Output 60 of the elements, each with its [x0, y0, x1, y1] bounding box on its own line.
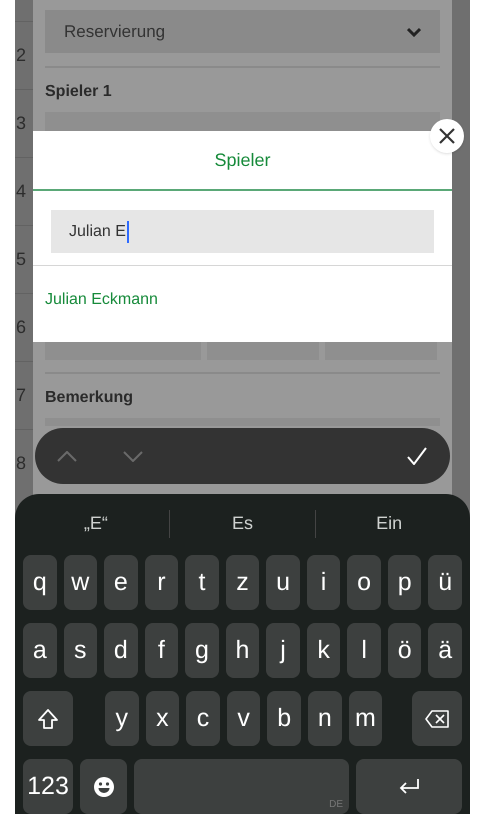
letter-key[interactable]: f	[144, 623, 178, 678]
result-item[interactable]: Julian Eckmann	[45, 288, 158, 312]
letter-key[interactable]: ä	[428, 623, 462, 678]
letter-key[interactable]: q	[23, 555, 57, 610]
search-field[interactable]: Julian E	[51, 210, 434, 253]
backspace-icon	[425, 710, 449, 728]
letter-key[interactable]: r	[144, 555, 178, 610]
letter-key[interactable]: s	[64, 623, 98, 678]
row-number: 3	[15, 112, 26, 135]
letter-key[interactable]: j	[266, 623, 300, 678]
letter-key[interactable]: i	[306, 555, 340, 610]
row-number: 4	[15, 180, 26, 203]
letter-key[interactable]: e	[104, 555, 138, 610]
letter-key[interactable]: p	[388, 555, 422, 610]
chevron-down-icon	[407, 26, 421, 36]
letter-key[interactable]: h	[226, 623, 260, 678]
row-number: 6	[15, 316, 26, 339]
row-number: 2	[15, 44, 26, 67]
row-number: 5	[15, 248, 26, 271]
language-label: DE	[329, 798, 343, 812]
word-suggestion[interactable]: Es	[228, 510, 258, 537]
backspace-key[interactable]	[412, 691, 462, 746]
row-number: 7	[15, 384, 26, 407]
type-select[interactable]: Reservierung	[45, 10, 440, 53]
letter-key[interactable]: k	[306, 623, 340, 678]
letter-key[interactable]: v	[226, 691, 260, 746]
field-label: Spieler 1	[45, 82, 113, 102]
letter-key[interactable]: y	[105, 691, 139, 746]
text-cursor	[126, 220, 129, 242]
letter-key[interactable]: m	[348, 691, 382, 746]
letter-key[interactable]: a	[23, 623, 57, 678]
letter-key[interactable]: w	[64, 555, 98, 610]
word-suggestion[interactable]: Ein	[372, 510, 406, 537]
numbers-key[interactable]: 123	[23, 759, 73, 814]
field-label: Bemerkung	[45, 388, 134, 408]
letter-key[interactable]: ö	[388, 623, 422, 678]
emoji-key[interactable]	[80, 759, 127, 814]
letter-key[interactable]: u	[266, 555, 300, 610]
checkmark-icon	[407, 447, 427, 465]
letter-key[interactable]: o	[347, 555, 381, 610]
enter-arrow-icon	[397, 776, 421, 796]
shift-arrow-icon	[37, 708, 59, 730]
letter-key[interactable]: c	[186, 691, 220, 746]
letter-key[interactable]: ü	[428, 555, 462, 610]
letter-key[interactable]: x	[146, 691, 180, 746]
chevron-down-icon	[123, 450, 143, 462]
letter-key[interactable]: l	[347, 623, 381, 678]
row-number: 8	[15, 452, 26, 475]
letter-key[interactable]: b	[267, 691, 301, 746]
shift-key[interactable]	[23, 691, 73, 746]
smiley-icon	[92, 776, 114, 798]
letter-key[interactable]: t	[185, 555, 219, 610]
close-icon	[439, 128, 455, 144]
chevron-up-icon	[57, 450, 77, 462]
letter-key[interactable]: z	[226, 555, 260, 610]
letter-key[interactable]: g	[185, 623, 219, 678]
letter-key[interactable]: n	[308, 691, 342, 746]
dialog-title: Spieler	[214, 148, 271, 172]
letter-key[interactable]: d	[104, 623, 138, 678]
word-suggestion[interactable]: „E“	[80, 510, 112, 537]
